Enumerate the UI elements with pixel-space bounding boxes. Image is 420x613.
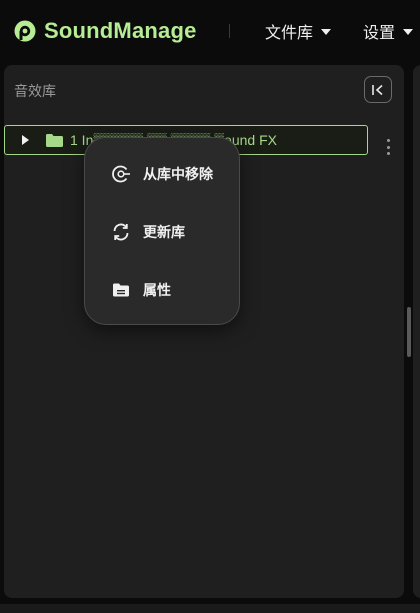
nav-library-menu[interactable]: 文件库 <box>265 19 332 43</box>
nav-library-label: 文件库 <box>265 23 314 42</box>
menu-item-remove-from-library[interactable]: 从库中移除 <box>85 154 239 194</box>
brand-name: SoundManage <box>44 18 197 43</box>
menu-label-properties: 属性 <box>143 283 171 299</box>
more-options-icon[interactable] <box>384 139 392 155</box>
panel-resize-handle[interactable] <box>407 307 411 357</box>
context-menu: 从库中移除 更新库 属性 <box>84 137 240 325</box>
nav-settings-menu[interactable]: 设置 <box>363 19 414 43</box>
right-panel-edge <box>413 65 420 598</box>
menu-item-update-library[interactable]: 更新库 <box>85 212 239 252</box>
menu-label-update: 更新库 <box>143 225 185 241</box>
header-divider <box>229 24 230 38</box>
chevron-down-icon <box>403 29 414 35</box>
menu-label-remove: 从库中移除 <box>143 167 213 183</box>
top-bar: SoundManage 文件库 设置 <box>0 0 420 62</box>
nav-settings-label: 设置 <box>363 23 396 42</box>
collapse-left-icon <box>372 84 383 95</box>
panel-title: 音效库 <box>14 84 56 100</box>
expand-arrow-icon[interactable] <box>22 135 29 145</box>
menu-item-properties[interactable]: 属性 <box>85 270 239 310</box>
logo-icon <box>14 20 36 42</box>
collapse-panel-button[interactable] <box>364 76 392 103</box>
refresh-icon <box>113 223 129 241</box>
chevron-down-icon <box>321 29 332 35</box>
bottom-bar <box>0 604 420 613</box>
folder-properties-icon <box>113 283 129 297</box>
folder-icon <box>46 134 63 147</box>
remove-from-library-icon <box>112 165 130 183</box>
